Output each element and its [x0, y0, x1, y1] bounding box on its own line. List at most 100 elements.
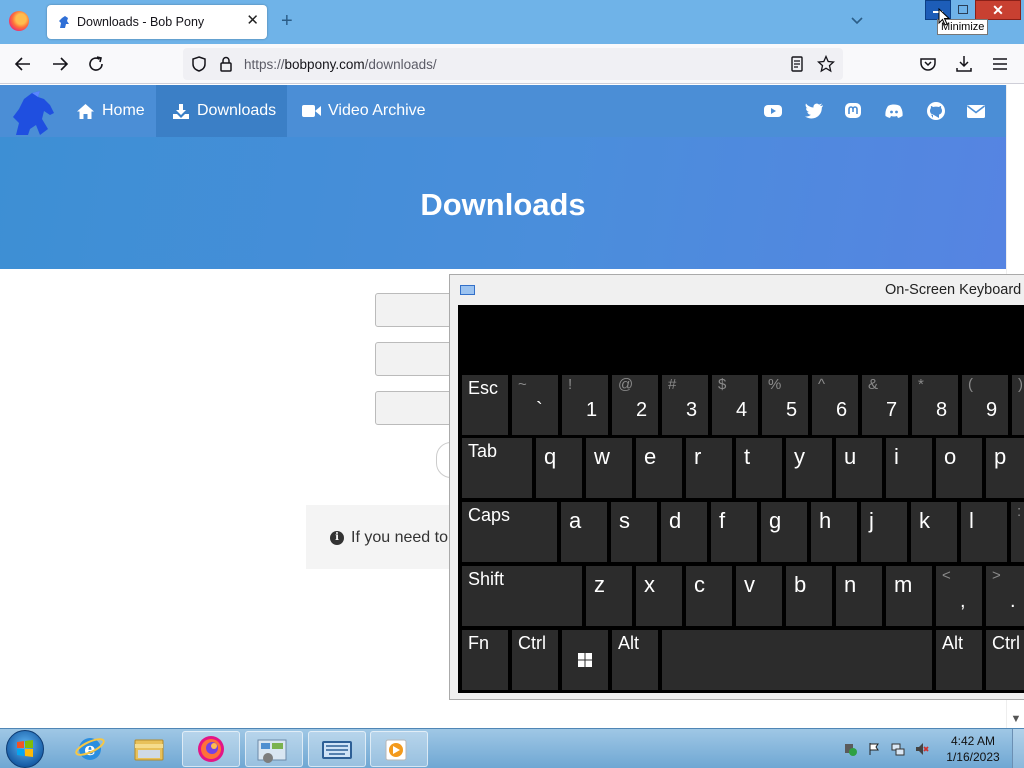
osk-key-osk-row-0-key-10[interactable]: (9 [962, 375, 1008, 435]
mouse-cursor-icon [938, 8, 950, 26]
twitter-icon[interactable] [804, 101, 824, 121]
osk-key-osk-row-0-key-9[interactable]: * 8 [912, 375, 958, 435]
osk-key-esc[interactable]: Esc [462, 375, 508, 435]
osk-key-osk-row-3-key-1[interactable]: z [586, 566, 632, 626]
osk-key-osk-row-1-key-1[interactable]: q [536, 438, 582, 498]
taskbar-media-player[interactable] [370, 731, 428, 767]
taskbar-file-explorer[interactable] [120, 731, 178, 767]
page-button-1[interactable] [375, 293, 455, 327]
show-desktop-button[interactable] [1012, 729, 1024, 768]
osk-key-osk-row-1-key-7[interactable]: u [836, 438, 882, 498]
osk-key-alt[interactable]: Alt [612, 630, 658, 690]
tab-downloads[interactable]: Downloads - Bob Pony ✕ [47, 5, 267, 39]
taskbar-on-screen-keyboard[interactable] [308, 731, 366, 767]
taskbar-control-panel[interactable] [245, 731, 303, 767]
scroll-down-arrow-icon[interactable]: ▼ [1007, 710, 1024, 728]
back-button[interactable] [12, 53, 34, 75]
url-bar[interactable]: https://bobpony.com/downloads/ [183, 48, 843, 80]
list-all-tabs-icon[interactable] [850, 14, 864, 28]
osk-key-osk-row-2-key-6[interactable]: h [811, 502, 857, 562]
nav-video-archive[interactable]: Video Archive [287, 85, 437, 137]
osk-key-osk-row-2-key-1[interactable]: a [561, 502, 607, 562]
restore-button[interactable] [951, 0, 975, 20]
page-button-3[interactable] [375, 391, 455, 425]
osk-key-shift-label: ( [968, 376, 973, 393]
hamburger-menu-icon[interactable] [989, 53, 1011, 75]
network-icon[interactable] [891, 742, 905, 756]
tab-close-icon[interactable]: ✕ [246, 12, 259, 30]
start-button[interactable] [6, 730, 44, 768]
volume-muted-icon[interactable] [915, 742, 929, 756]
osk-key-osk-row-1-key-8[interactable]: i [886, 438, 932, 498]
bob-pony-logo[interactable] [10, 89, 60, 137]
pocket-icon[interactable] [917, 53, 939, 75]
osk-key-osk-row-1-key-10[interactable]: p [986, 438, 1024, 498]
osk-key-osk-row-0-key-1[interactable]: ~ ` [512, 375, 558, 435]
osk-key-osk-row-3-key-8[interactable]: <, [936, 566, 982, 626]
osk-key-osk-row-2-key-3[interactable]: d [661, 502, 707, 562]
osk-key-windows[interactable] [562, 630, 608, 690]
lock-icon[interactable] [217, 55, 235, 73]
osk-key-osk-row-2-key-5[interactable]: g [761, 502, 807, 562]
mastodon-icon[interactable] [843, 101, 863, 121]
osk-key-osk-row-1-key-9[interactable]: o [936, 438, 982, 498]
osk-key-osk-row-3-key-4[interactable]: v [736, 566, 782, 626]
osk-key-osk-row-0-key-8[interactable]: & 7 [862, 375, 908, 435]
firefox-menu-icon[interactable] [9, 11, 29, 31]
osk-key-osk-row-0-key-5[interactable]: $4 [712, 375, 758, 435]
osk-key-main-label: h [819, 508, 832, 533]
notification-flag-icon[interactable] [867, 742, 881, 756]
taskbar-internet-explorer[interactable]: e [61, 731, 119, 767]
taskbar-firefox[interactable] [182, 731, 240, 767]
email-icon[interactable] [966, 101, 986, 121]
osk-key-osk-row-0-key-11[interactable]: )0 [1012, 375, 1024, 435]
reload-button[interactable] [85, 53, 107, 75]
osk-key-osk-row-1-key-5[interactable]: t [736, 438, 782, 498]
osk-key-fn[interactable]: Fn [462, 630, 508, 690]
osk-key-osk-row-1-key-4[interactable]: r [686, 438, 732, 498]
osk-key-ctrl[interactable]: Ctrl [512, 630, 558, 690]
page-button-2[interactable] [375, 342, 455, 376]
bookmark-star-icon[interactable] [817, 55, 835, 73]
forward-button[interactable] [49, 53, 71, 75]
osk-key-osk-row-2-key-2[interactable]: s [611, 502, 657, 562]
osk-key-osk-row-2-key-7[interactable]: j [861, 502, 907, 562]
close-window-button[interactable]: ✕ [975, 0, 1021, 20]
osk-key-osk-row-0-key-7[interactable]: ^ 6 [812, 375, 858, 435]
new-tab-button[interactable]: + [281, 10, 293, 32]
osk-key-osk-row-1-key-2[interactable]: w [586, 438, 632, 498]
osk-key-osk-row-1-key-3[interactable]: e [636, 438, 682, 498]
nav-home[interactable]: Home [60, 85, 156, 137]
osk-key-osk-row-3-key-9[interactable]: >. [986, 566, 1024, 626]
osk-key-osk-row-0-key-3[interactable]: @2 [612, 375, 658, 435]
discord-icon[interactable] [884, 101, 904, 121]
osk-key-osk-row-3-key-7[interactable]: m [886, 566, 932, 626]
osk-key-space[interactable] [662, 630, 932, 690]
system-clock[interactable]: 4:42 AM 1/16/2023 [944, 733, 1002, 765]
osk-key-osk-row-0-key-6[interactable]: % 5 [762, 375, 808, 435]
osk-key-tab[interactable]: Tab [462, 438, 532, 498]
osk-key-caps[interactable]: Caps [462, 502, 557, 562]
osk-key-osk-row-2-key-8[interactable]: k [911, 502, 957, 562]
osk-key-osk-row-1-key-6[interactable]: y [786, 438, 832, 498]
action-center-icon[interactable] [843, 742, 857, 756]
nav-downloads[interactable]: Downloads [156, 85, 287, 137]
osk-key-osk-row-0-key-2[interactable]: ! 1 [562, 375, 608, 435]
osk-key-osk-row-0-key-4[interactable]: #3 [662, 375, 708, 435]
osk-key-alt[interactable]: Alt [936, 630, 982, 690]
youtube-icon[interactable] [763, 101, 783, 121]
osk-key-osk-row-3-key-3[interactable]: c [686, 566, 732, 626]
osk-key-osk-row-2-key-4[interactable]: f [711, 502, 757, 562]
osk-key-osk-row-3-key-6[interactable]: n [836, 566, 882, 626]
osk-key-osk-row-2-key-10[interactable]: :; [1011, 502, 1024, 562]
reader-view-icon[interactable] [788, 55, 806, 73]
tracking-protection-shield-icon[interactable] [190, 55, 208, 73]
osk-key-osk-row-3-key-2[interactable]: x [636, 566, 682, 626]
osk-key-osk-row-3-key-5[interactable]: b [786, 566, 832, 626]
github-icon[interactable] [926, 101, 946, 121]
osk-key-osk-row-2-key-9[interactable]: l [961, 502, 1007, 562]
osk-key-ctrl[interactable]: Ctrl [986, 630, 1024, 690]
url-text[interactable]: https://bobpony.com/downloads/ [244, 57, 437, 72]
downloads-icon[interactable] [953, 53, 975, 75]
osk-key-shift[interactable]: Shift [462, 566, 582, 626]
